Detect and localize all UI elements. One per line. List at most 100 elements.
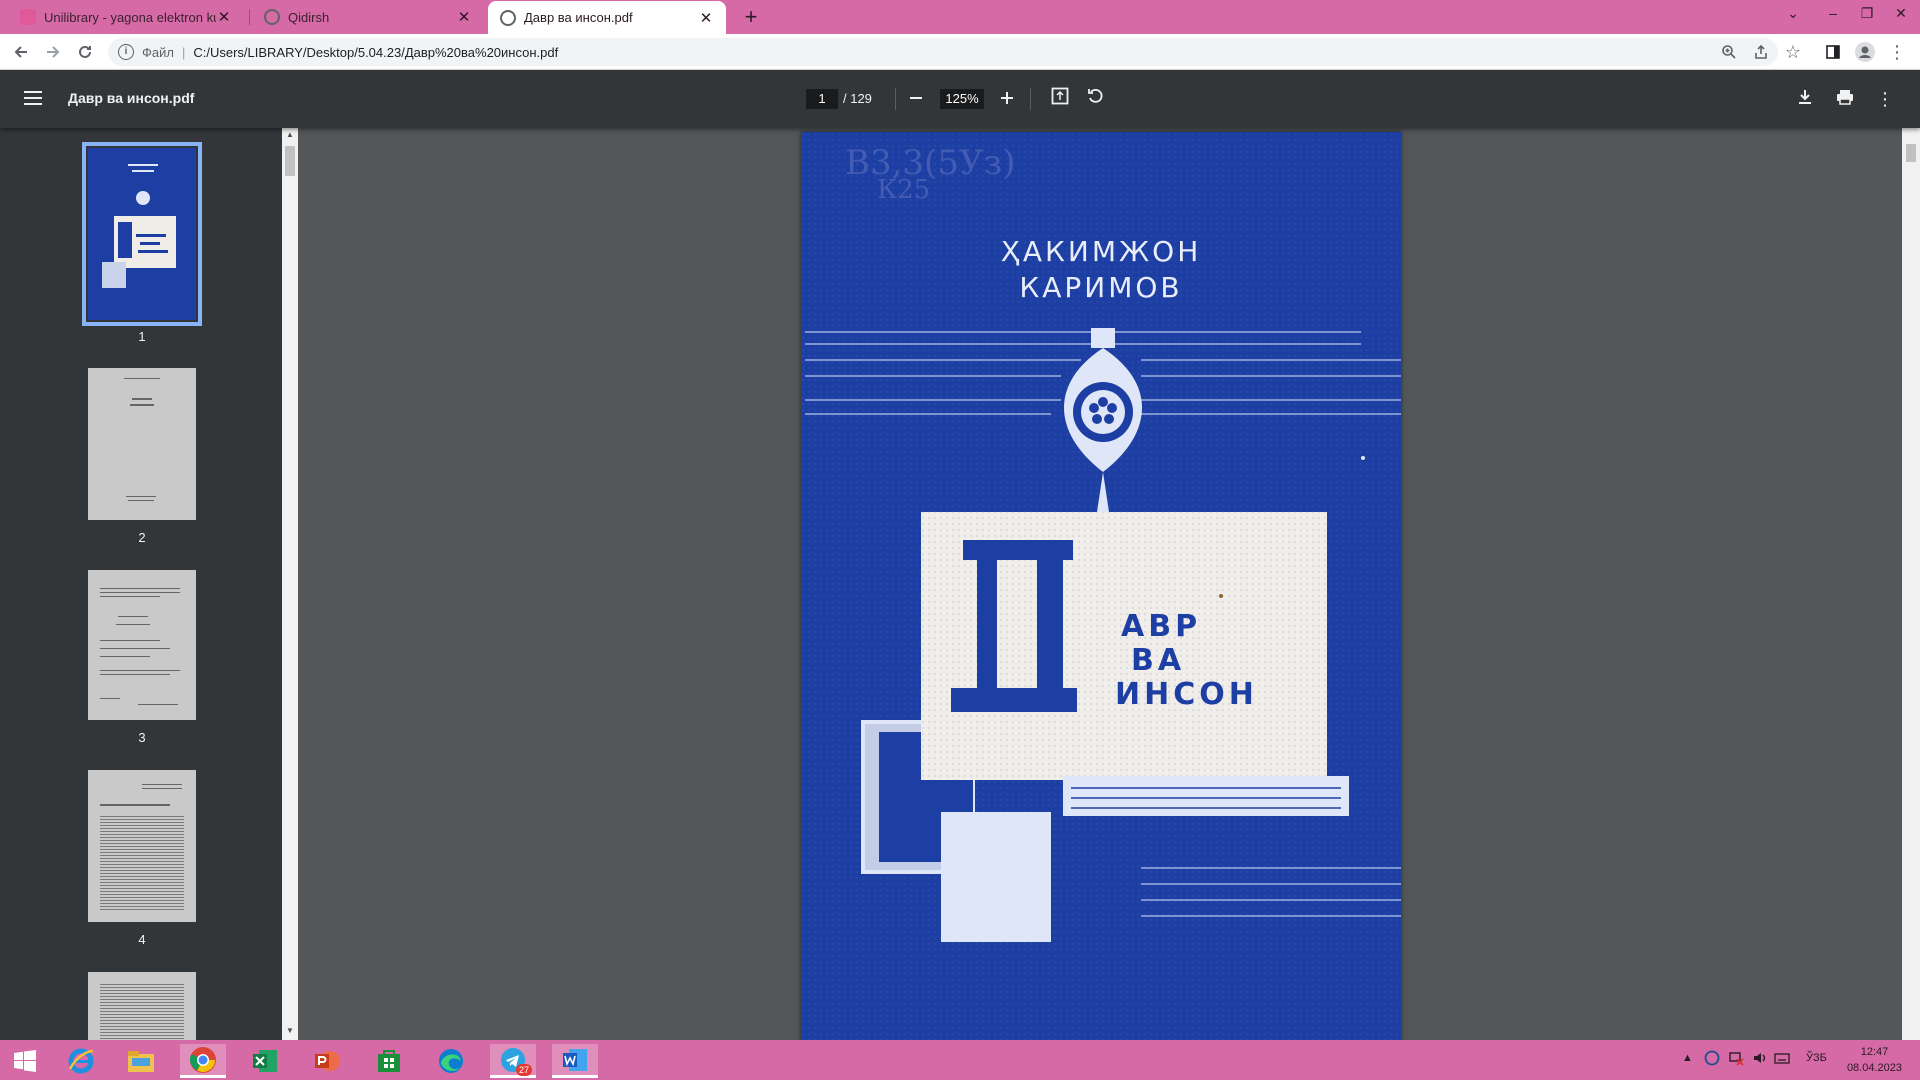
rotate-button[interactable]	[1083, 86, 1109, 112]
tab-search-icon[interactable]: ⌄	[1778, 0, 1808, 28]
close-icon[interactable]: ✕	[698, 9, 714, 27]
arrow-left-icon	[14, 46, 27, 58]
person-icon	[1855, 42, 1875, 62]
download-button[interactable]	[1792, 86, 1818, 112]
network-globe-icon[interactable]	[1704, 1050, 1720, 1069]
scroll-up-icon[interactable]: ▲	[282, 130, 298, 144]
tab-unilibrary[interactable]: Unilibrary - yagona elektron kutu ✕	[8, 0, 244, 34]
address-divider: |	[181, 44, 186, 60]
document-viewport[interactable]: В3,3(5Уз) К25 ҲАКИМЖОН КАРИМОВ АВР ВА ИН…	[298, 128, 1902, 1040]
arrow-right-icon	[47, 46, 60, 58]
thumbnail-text-line	[100, 670, 180, 671]
pdf-toolbar: Давр ва инсон.pdf 1 / 129 125% ⋮	[0, 70, 1920, 128]
zoom-icon[interactable]	[1716, 39, 1742, 65]
plus-icon	[1001, 92, 1013, 104]
author-name: ҲАКИМЖОН КАРИМОВ	[801, 234, 1401, 306]
thumbnail-text-line	[118, 616, 148, 617]
word-icon[interactable]	[552, 1044, 598, 1078]
more-options-icon[interactable]: ⋮	[1872, 86, 1898, 112]
fit-page-button[interactable]	[1047, 86, 1073, 112]
volume-icon[interactable]	[1752, 1050, 1768, 1069]
chrome-icon[interactable]	[180, 1044, 226, 1078]
star-icon[interactable]: ☆	[1780, 39, 1806, 65]
thumbnail-page-1[interactable]	[82, 142, 202, 326]
tab-qidirsh[interactable]: Qidirsh ✕	[252, 0, 484, 34]
cover-title-line2: ВА	[1131, 643, 1186, 678]
tab-pdf[interactable]: Давр ва инсон.pdf ✕	[488, 1, 726, 34]
telegram-icon[interactable]: 27	[490, 1044, 536, 1078]
download-icon	[1799, 90, 1811, 104]
file-explorer-icon[interactable]	[118, 1044, 164, 1078]
reload-icon	[79, 45, 91, 58]
thumbnail-text-block	[100, 982, 184, 1040]
hamburger-menu-icon[interactable]	[24, 91, 42, 105]
scrollbar-thumb[interactable]	[285, 146, 295, 176]
browser-menu-icon[interactable]: ⋮	[1884, 39, 1910, 65]
document-scrollbar[interactable]	[1902, 128, 1920, 1040]
cover-title-line1: АВР	[1121, 609, 1202, 644]
thumbnail-text-line	[142, 788, 182, 789]
thumbnail-text-line	[126, 496, 156, 497]
globe-icon	[500, 9, 516, 26]
clock-date: 08.04.2023	[1846, 1062, 1902, 1074]
zoom-in-button[interactable]	[994, 86, 1020, 112]
excel-icon[interactable]	[242, 1044, 288, 1078]
rotate-icon	[1088, 88, 1103, 103]
side-panel-icon[interactable]	[1820, 39, 1846, 65]
thumbnail-page-5[interactable]	[88, 972, 196, 1040]
windows-taskbar: 27 ▲ ЎЗБ 12:47 08.04.2023	[0, 1040, 1920, 1080]
close-icon[interactable]: ✕	[456, 8, 472, 26]
zoom-out-button[interactable]	[903, 86, 929, 112]
toolbar-divider	[895, 88, 896, 110]
pdf-page-1: В3,3(5Уз) К25 ҲАКИМЖОН КАРИМОВ АВР ВА ИН…	[801, 132, 1401, 1040]
thumbnail-text-block	[100, 814, 184, 912]
tab-separator	[249, 9, 250, 25]
author-first-name: ҲАКИМЖОН	[1000, 235, 1202, 268]
internet-explorer-icon[interactable]	[58, 1044, 104, 1078]
thumbnail-text-line	[116, 624, 150, 625]
thumbnail-text-line	[132, 398, 152, 400]
thumbnail-number: 4	[138, 932, 146, 947]
page-number-input[interactable]: 1	[806, 89, 838, 109]
back-button[interactable]	[8, 39, 34, 65]
thumbnail-page-2[interactable]	[88, 368, 196, 520]
thumbnail-number: 3	[138, 730, 146, 745]
thumbnail-page-3[interactable]	[88, 570, 196, 720]
info-icon[interactable]: i	[118, 44, 134, 60]
language-indicator[interactable]: ЎЗБ	[1806, 1052, 1827, 1064]
windows-start-icon[interactable]	[2, 1044, 48, 1078]
thumbnail-text-line	[128, 500, 154, 501]
store-icon[interactable]	[366, 1044, 412, 1078]
thumbnail-text-line	[100, 588, 180, 589]
close-icon[interactable]: ✕	[216, 8, 232, 26]
thumbnail-page-4[interactable]	[88, 770, 196, 922]
minimize-button[interactable]: –	[1818, 0, 1848, 28]
scroll-down-icon[interactable]: ▼	[282, 1026, 298, 1040]
keyboard-icon[interactable]	[1774, 1050, 1790, 1069]
new-tab-button[interactable]: +	[738, 5, 764, 31]
clock-time: 12:47	[1860, 1046, 1889, 1058]
cover-title: АВР ВА ИНСОН	[1115, 609, 1258, 712]
scrollbar-thumb[interactable]	[1906, 144, 1916, 162]
show-hidden-icons-icon[interactable]: ▲	[1682, 1052, 1693, 1064]
system-clock[interactable]: 12:47 08.04.2023	[1847, 1044, 1902, 1076]
share-icon[interactable]	[1748, 39, 1774, 65]
network-status-icon[interactable]	[1728, 1050, 1744, 1069]
thumbnail-text-line	[130, 404, 154, 406]
powerpoint-icon[interactable]	[304, 1044, 350, 1078]
profile-avatar[interactable]	[1852, 39, 1878, 65]
cover-title-line3: ИНСОН	[1115, 677, 1258, 712]
address-bar[interactable]: i Файл | C:/Users/LIBRARY/Desktop/5.04.2…	[108, 38, 1778, 66]
close-window-button[interactable]: ✕	[1886, 0, 1916, 28]
print-button[interactable]	[1832, 86, 1858, 112]
forward-button[interactable]	[40, 39, 66, 65]
handwritten-catalog-code-2: К25	[877, 175, 930, 205]
zoom-level-input[interactable]: 125%	[940, 89, 984, 109]
edge-icon[interactable]	[428, 1044, 474, 1078]
printer-icon	[1837, 90, 1853, 105]
reload-button[interactable]	[72, 39, 98, 65]
thumbnail-number: 1	[138, 329, 146, 344]
sidebar-scrollbar[interactable]: ▲ ▼	[282, 128, 298, 1040]
restore-button[interactable]: ❐	[1852, 0, 1882, 28]
browser-toolbar: i Файл | C:/Users/LIBRARY/Desktop/5.04.2…	[0, 34, 1920, 70]
